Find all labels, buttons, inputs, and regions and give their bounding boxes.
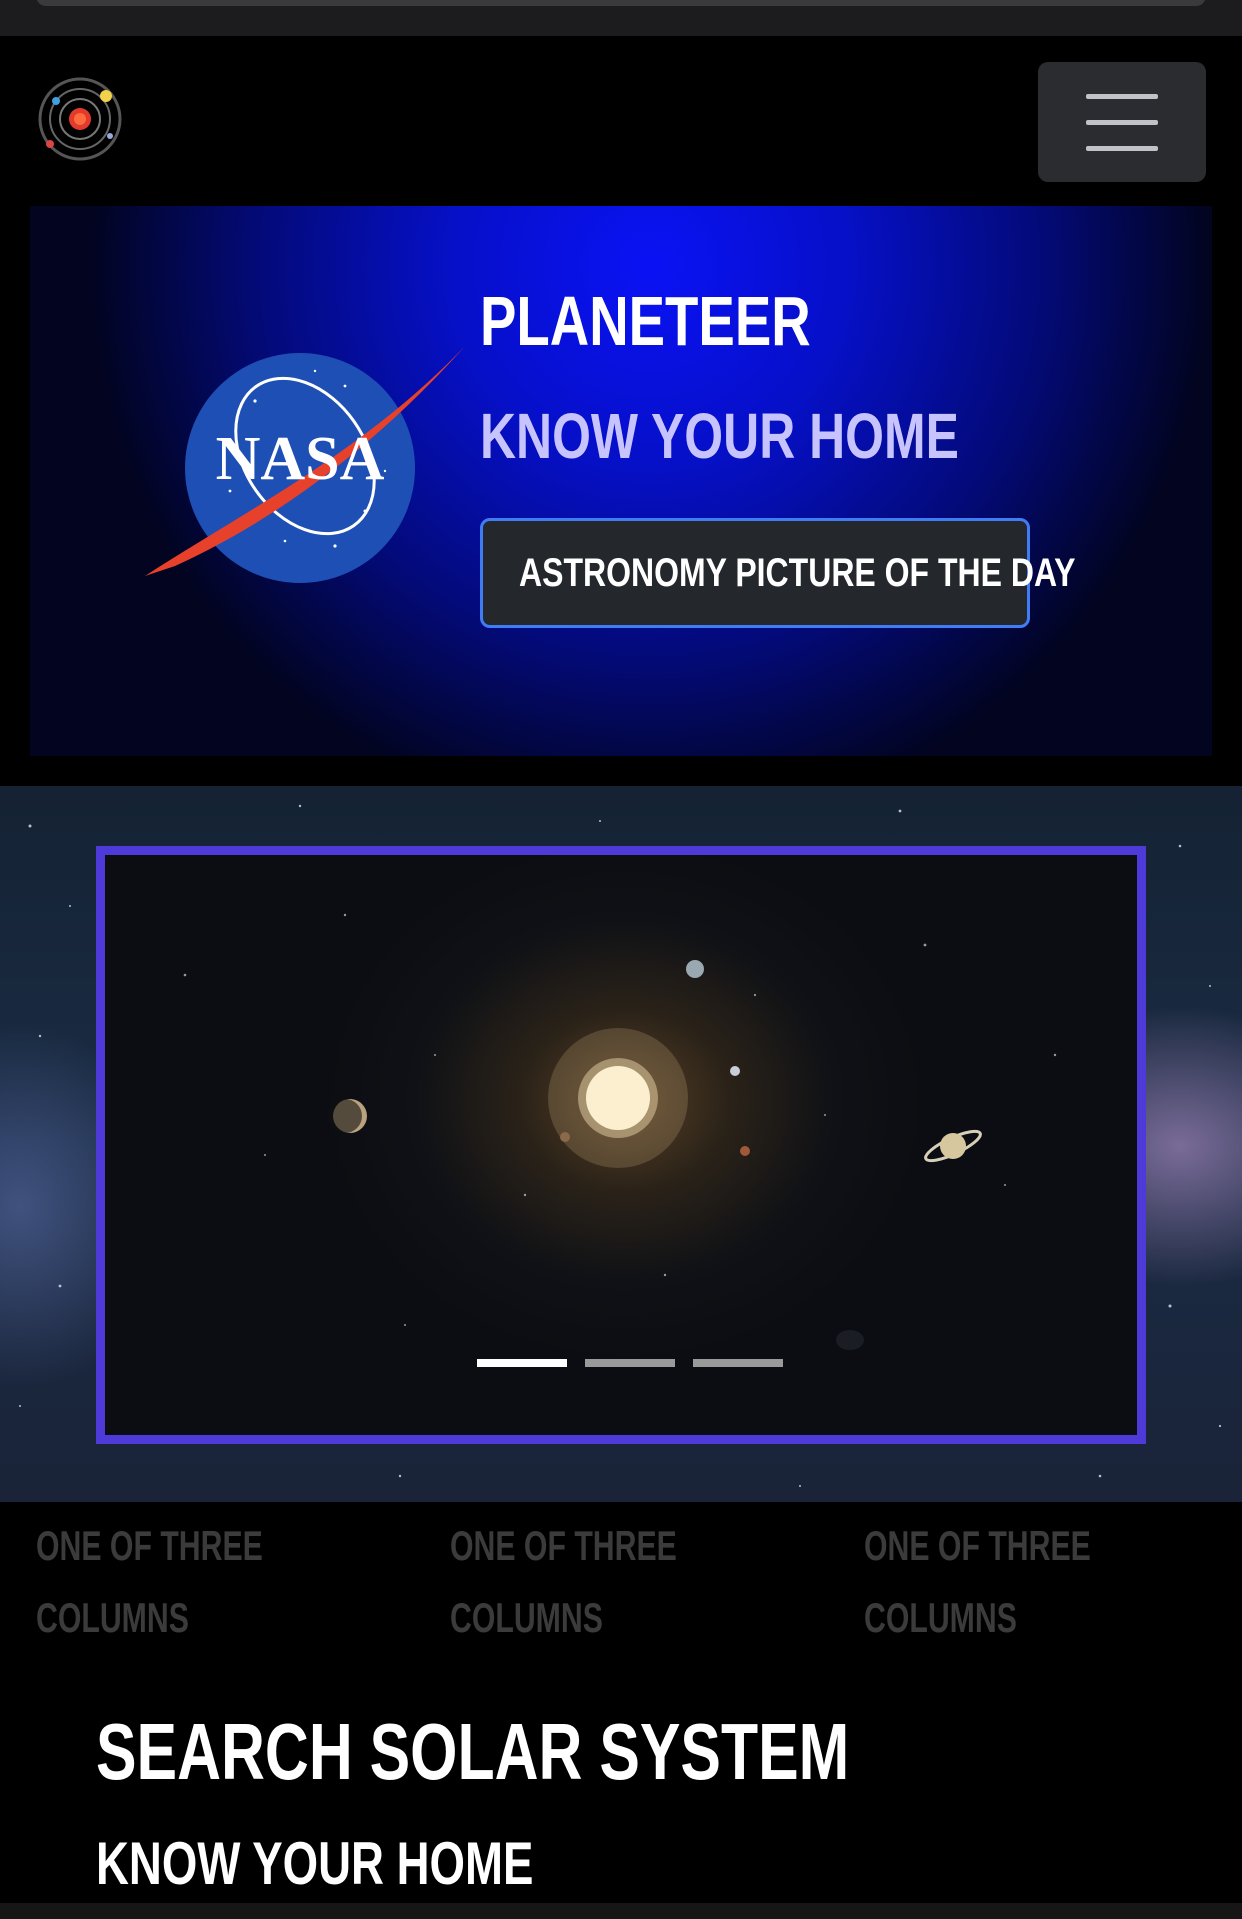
astronomy-picture-of-the-day-button[interactable]: ASTRONOMY PICTURE OF THE DAY [480,518,1076,628]
column-1: ONE OF THREE COLUMNS [36,1510,263,1654]
hero-subtitle: KNOW YOUR HOME [480,400,959,472]
nasa-logo: NASA [145,346,465,583]
carousel-indicator-3[interactable] [693,1359,783,1367]
browser-top-strip [0,0,1242,36]
menu-toggle-button[interactable] [1038,62,1206,182]
bottom-strip [0,1903,1242,1919]
carousel-slide[interactable] [96,846,1146,1444]
solar-system-image [183,913,1057,1350]
apod-button-label: ASTRONOMY PICTURE OF THE DAY [519,551,1076,595]
column-1-line1: ONE OF THREE [36,1522,263,1569]
nasa-logo-text: NASA [216,425,385,493]
carousel-indicator-2[interactable] [585,1359,675,1367]
column-3-line2: COLUMNS [864,1594,1017,1641]
hero-banner: NASA PLANETEER KNOW YOUR HOME ASTRONOMY … [30,206,1212,756]
column-2-line2: COLUMNS [450,1594,603,1641]
carousel-indicator-1[interactable] [477,1359,567,1367]
column-3: ONE OF THREE COLUMNS [864,1510,1091,1654]
search-section-subtitle: KNOW YOUR HOME [96,1830,534,1897]
solar-system-logo-icon[interactable] [36,76,124,162]
navbar [0,36,1242,206]
menu-hamburger-icon [1086,94,1158,99]
column-1-line2: COLUMNS [36,1594,189,1641]
carousel-section [0,786,1242,1502]
browser-url-bar [36,0,1206,6]
column-2-line1: ONE OF THREE [450,1522,677,1569]
hero-title: PLANETEER [480,282,811,360]
column-2: ONE OF THREE COLUMNS [450,1510,677,1654]
search-section-title: SEARCH SOLAR SYSTEM [96,1707,850,1796]
column-3-line1: ONE OF THREE [864,1522,1091,1569]
